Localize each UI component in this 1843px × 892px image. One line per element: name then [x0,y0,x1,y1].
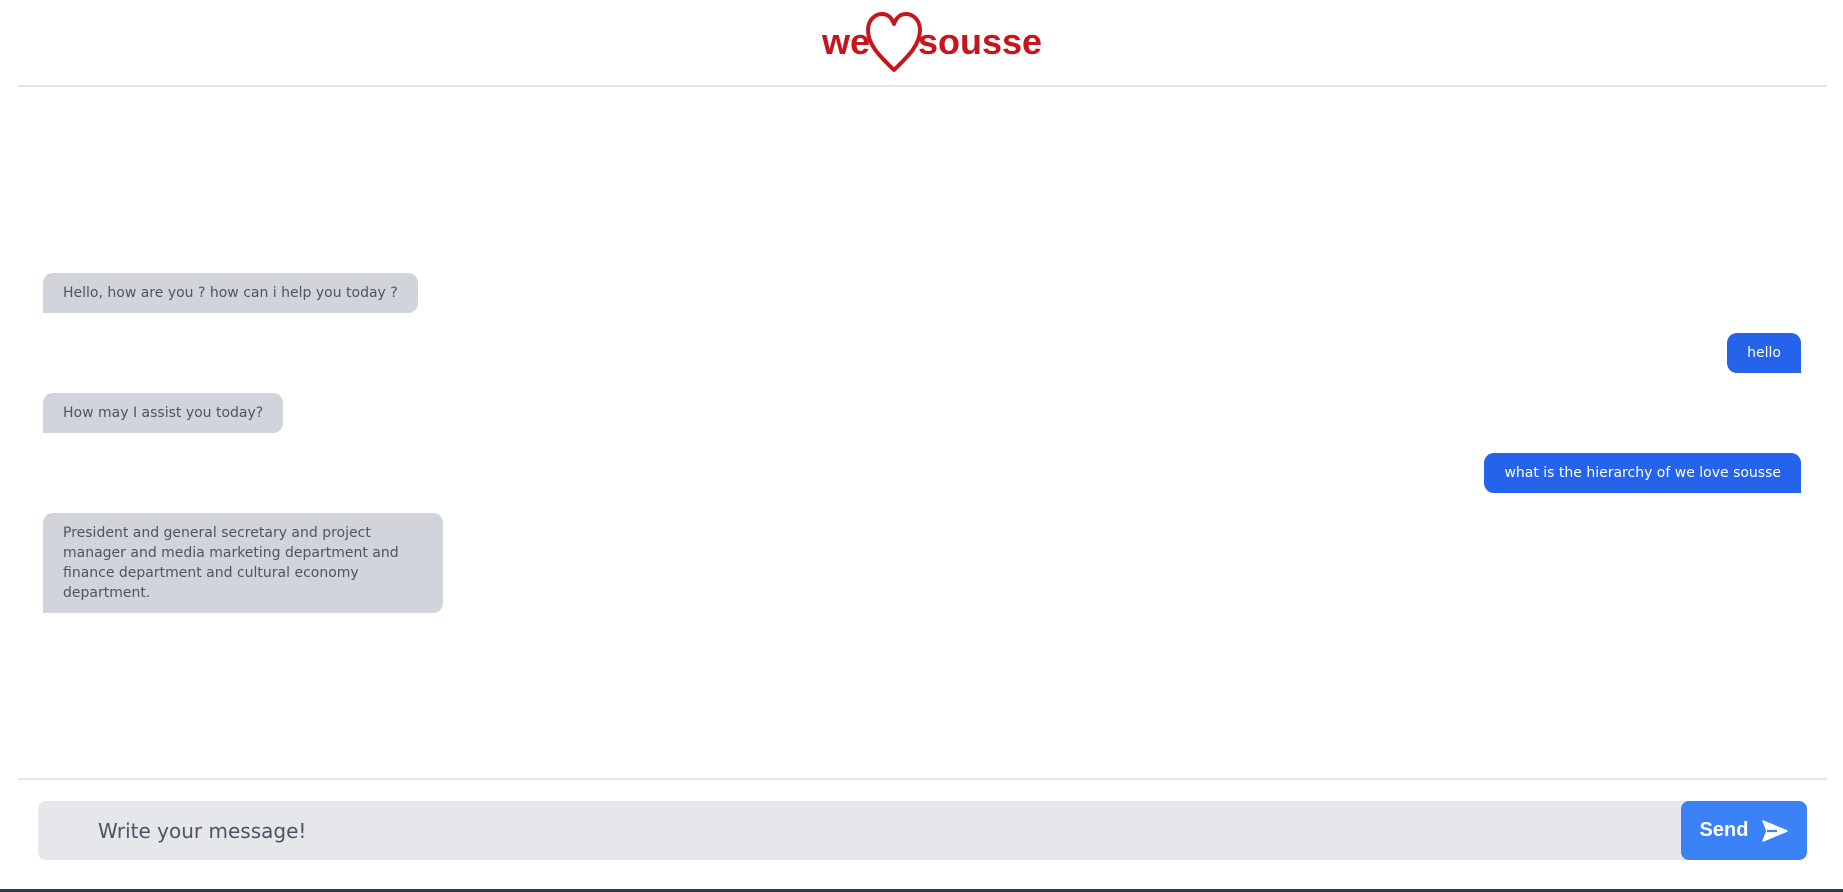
heart-icon [866,12,922,72]
message-input[interactable] [38,801,1678,860]
user-message: what is the hierarchy of we love sousse [1484,453,1801,493]
logo-text-sousse: sousse [918,21,1043,62]
user-message: hello [1727,333,1801,373]
send-button[interactable]: Send [1681,801,1807,860]
header: we sousse [0,0,1843,86]
bot-message: How may I assist you today? [43,393,284,433]
send-button-label: Send [1699,819,1749,841]
chat-messages[interactable]: Hello, how are you ? how can i help you … [0,87,1843,777]
message-composer: Send [38,801,1807,860]
brand-logo[interactable]: we sousse [820,6,1042,76]
paper-plane-icon [1762,819,1789,842]
bot-message: President and general secretary and proj… [43,513,443,613]
bot-message: Hello, how are you ? how can i help you … [43,273,418,313]
composer-divider [18,778,1827,780]
